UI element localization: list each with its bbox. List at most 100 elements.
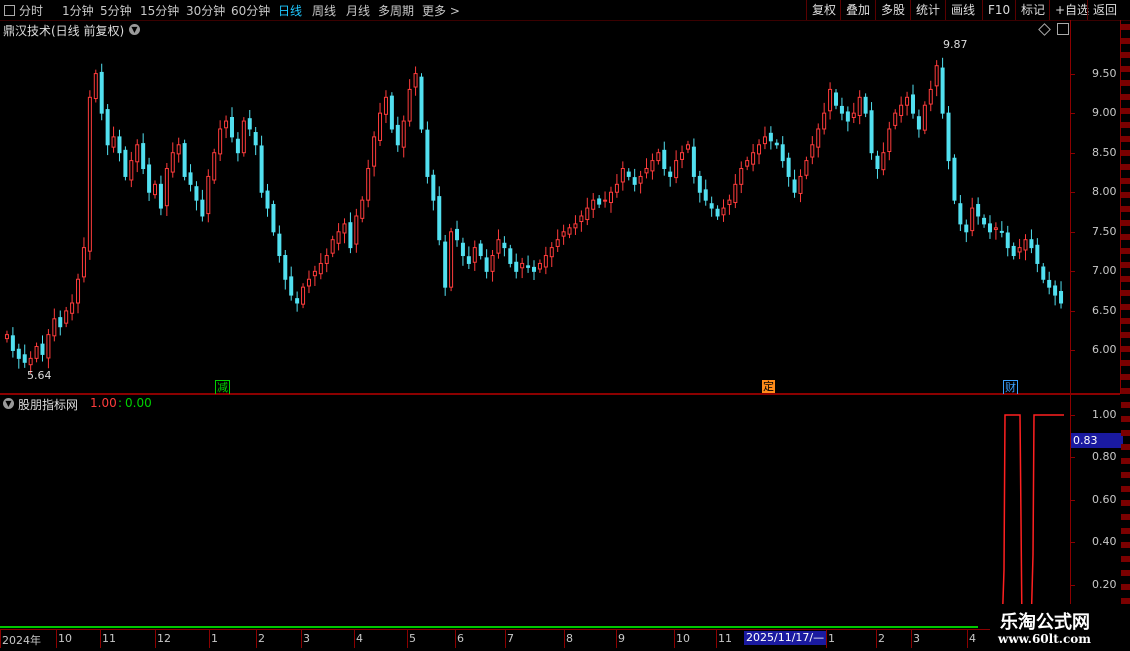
- main-y-tick-label: 8.00: [1092, 185, 1117, 199]
- candle-body: [786, 157, 791, 177]
- candle-body: [407, 88, 412, 122]
- period-tab-60min[interactable]: 60分钟: [231, 2, 270, 19]
- candle-body: [751, 152, 756, 165]
- x-axis-tick: [407, 630, 408, 648]
- candle-body: [1053, 285, 1058, 296]
- main-y-tick: [1071, 350, 1075, 352]
- candle-body: [401, 120, 406, 148]
- multi-stock-button[interactable]: 多股: [875, 0, 910, 20]
- candle-body: [982, 217, 987, 225]
- side-strip-glyph: [1121, 542, 1130, 548]
- candle-body: [395, 124, 400, 146]
- candle-body: [81, 247, 86, 278]
- panel-toggle-icon[interactable]: [1057, 23, 1069, 35]
- event-marker-reduce[interactable]: 减: [215, 380, 230, 395]
- statistics-button[interactable]: 统计: [910, 0, 945, 20]
- period-tab-weekly[interactable]: 周线: [312, 2, 336, 19]
- main-y-tick: [1071, 152, 1075, 154]
- side-strip-glyph: [1121, 346, 1130, 352]
- x-axis-tick: [354, 630, 355, 648]
- candle-body: [1011, 245, 1016, 257]
- mark-button[interactable]: 标记: [1015, 0, 1050, 20]
- candle-body: [674, 160, 679, 179]
- grid-icon[interactable]: [4, 5, 15, 16]
- high-price-label: 9.87: [943, 38, 968, 51]
- period-tab-multi[interactable]: 多周期: [378, 2, 414, 19]
- period-tab-30min[interactable]: 30分钟: [186, 2, 225, 19]
- candle-body: [591, 199, 596, 210]
- x-axis-tick: [967, 630, 968, 648]
- side-strip-glyph: [1121, 220, 1130, 226]
- chevron-down-icon[interactable]: ▼: [129, 24, 140, 35]
- candle-body: [312, 270, 317, 277]
- indicator-y-tick-label: 0.60: [1092, 492, 1117, 506]
- candle-body: [804, 160, 809, 176]
- event-marker-placement[interactable]: 定: [762, 380, 775, 393]
- candle-body: [881, 152, 886, 171]
- candle-body: [265, 190, 270, 209]
- candle-body: [271, 204, 276, 233]
- candle-body: [58, 317, 63, 328]
- back-button[interactable]: 返回: [1087, 0, 1122, 20]
- main-y-tick: [1071, 73, 1075, 75]
- candle-body: [259, 145, 264, 193]
- period-tab-15min[interactable]: 15分钟: [140, 2, 179, 19]
- candle-body: [597, 198, 602, 205]
- candle-body: [715, 208, 720, 217]
- candle-body: [4, 334, 9, 340]
- candle-body: [129, 160, 134, 181]
- x-axis-tick: [911, 630, 912, 648]
- x-axis-label: 10: [58, 632, 72, 645]
- candle-body: [87, 96, 92, 252]
- draw-line-button[interactable]: 画线: [945, 0, 980, 20]
- candle-body: [851, 112, 856, 118]
- candle-body: [40, 343, 45, 355]
- candle-body: [348, 222, 353, 249]
- candle-body: [573, 223, 578, 229]
- indicator-y-tick: [1071, 584, 1075, 586]
- x-axis-tick: [876, 630, 877, 648]
- candle-body: [170, 152, 175, 173]
- period-tab-intraday[interactable]: 分时: [4, 2, 43, 19]
- overlay-button[interactable]: 叠加: [840, 0, 875, 20]
- candle-body: [360, 199, 365, 219]
- candle-body: [549, 247, 554, 258]
- candle-body: [289, 276, 294, 296]
- candle-body: [614, 183, 619, 193]
- x-axis-tick: [56, 630, 57, 648]
- candle-body: [834, 92, 839, 106]
- candle-body: [324, 255, 329, 264]
- candle-body: [567, 227, 572, 235]
- candle-body: [378, 112, 383, 141]
- candle-body: [490, 255, 495, 272]
- candle-body: [478, 243, 483, 257]
- period-tab-more[interactable]: 更多 >: [422, 2, 460, 19]
- candle-body: [206, 175, 211, 215]
- period-tab-monthly[interactable]: 月线: [346, 2, 370, 19]
- x-axis-label: 2024年: [2, 634, 41, 647]
- period-tab-daily[interactable]: 日线: [278, 2, 302, 19]
- main-y-tick: [1071, 310, 1075, 312]
- candle-body: [389, 95, 394, 130]
- x-axis-label: 8: [566, 632, 573, 645]
- f10-button[interactable]: F10: [982, 0, 1015, 20]
- candle-body: [532, 266, 536, 272]
- period-tab-5min[interactable]: 5分钟: [100, 2, 132, 19]
- indicator-y-tick: [1071, 542, 1075, 544]
- candle-body: [330, 239, 335, 254]
- candle-body: [745, 160, 750, 167]
- restore-rights-button[interactable]: 复权: [806, 0, 841, 20]
- x-axis-label: 9: [618, 632, 625, 645]
- candle-body: [224, 120, 229, 129]
- period-tab-1min[interactable]: 1分钟: [62, 2, 94, 19]
- candle-body: [318, 262, 323, 275]
- x-axis-tick: [155, 630, 156, 648]
- candle-body: [964, 224, 969, 233]
- side-strip-glyph: [1121, 248, 1130, 254]
- candle-body: [993, 227, 998, 230]
- side-strip-glyph: [1121, 416, 1130, 422]
- event-marker-finance[interactable]: 财: [1003, 380, 1018, 395]
- side-strip-glyph: [1121, 262, 1130, 268]
- candle-body: [1059, 291, 1064, 304]
- candle-body: [987, 223, 992, 233]
